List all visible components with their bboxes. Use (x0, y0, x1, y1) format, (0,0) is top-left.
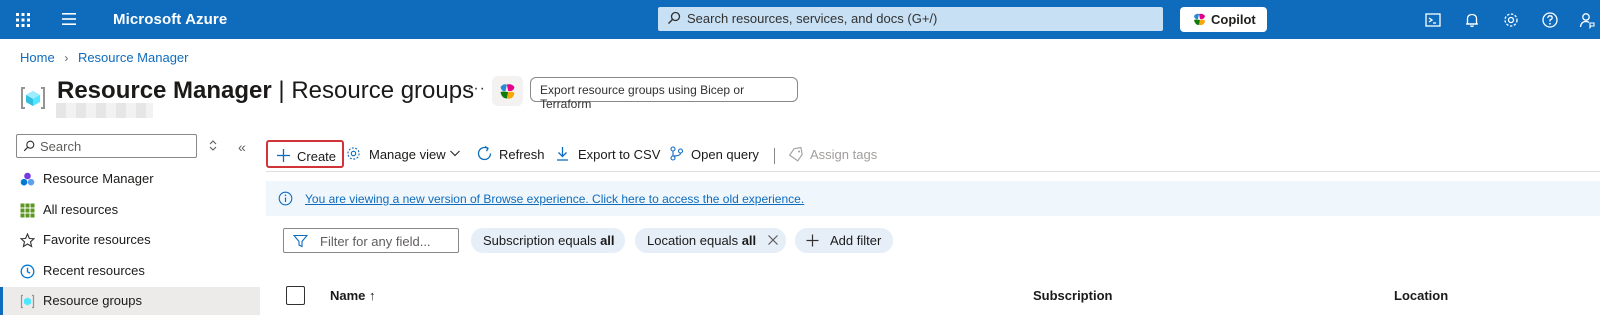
page-title: Resource Manager | Resource groups (57, 77, 474, 105)
refresh-button[interactable]: Refresh (474, 140, 545, 168)
search-icon (668, 11, 681, 24)
feedback-person-icon[interactable] (1578, 11, 1596, 29)
resource-group-icon (20, 294, 35, 309)
manage-view-label: Manage view (369, 147, 446, 162)
export-bicep-terraform-button[interactable]: Export resource groups using Bicep or Te… (530, 77, 798, 111)
breadcrumb-home[interactable]: Home (20, 50, 55, 65)
resource-manager-icon (20, 172, 35, 186)
copilot-suggestion-button[interactable] (492, 76, 523, 106)
sidebar-item-recent-resources[interactable]: Recent resources (0, 257, 260, 285)
sort-updown-icon[interactable] (208, 139, 218, 152)
notifications-bell-icon[interactable] (1463, 11, 1481, 29)
subscription-filter-value: all (600, 233, 615, 248)
breadcrumb-resource-manager[interactable]: Resource Manager (78, 50, 189, 65)
sidebar-item-favorite-resources[interactable]: Favorite resources (0, 226, 260, 254)
assign-tags-label: Assign tags (810, 147, 878, 162)
copilot-label: Copilot (1211, 12, 1256, 27)
download-icon (557, 147, 568, 161)
location-filter-value: all (741, 233, 757, 248)
command-divider (774, 148, 775, 164)
create-button[interactable]: Create (266, 140, 344, 168)
breadcrumb: Home › Resource Manager (20, 49, 189, 65)
refresh-label: Refresh (499, 147, 545, 162)
sidebar-search-input[interactable]: Search (16, 134, 197, 158)
sidebar-item-label: Resource Manager (43, 171, 154, 186)
filter-funnel-icon (293, 234, 308, 248)
clock-icon (20, 264, 35, 279)
more-options-button[interactable]: ··· (467, 80, 486, 98)
column-header-subscription[interactable]: Subscription (1033, 288, 1112, 303)
settings-gear-icon[interactable] (1502, 11, 1520, 29)
export-csv-label: Export to CSV (578, 147, 661, 162)
manage-view-button[interactable]: Manage view (346, 140, 464, 168)
sidebar-item-label: All resources (43, 202, 119, 217)
cloud-shell-icon[interactable] (1424, 11, 1442, 29)
sidebar-item-label: Recent resources (43, 263, 145, 278)
collapse-sidebar-icon[interactable]: « (238, 139, 246, 155)
search-icon (23, 140, 35, 152)
page-title-separator: | (271, 77, 292, 104)
page-title-bold: Resource Manager (57, 77, 272, 104)
add-filter-button[interactable]: Add filter (795, 228, 893, 253)
page-title-rest: Resource groups (291, 77, 475, 104)
sidebar-item-label: Favorite resources (43, 232, 151, 247)
assign-tags-button[interactable]: Assign tags (786, 140, 881, 168)
info-banner: You are viewing a new version of Browse … (266, 181, 1600, 216)
sidebar-item-label: Resource groups (43, 293, 142, 308)
location-filter-prefix: Location equals (647, 233, 742, 248)
select-all-checkbox[interactable] (286, 286, 305, 305)
column-header-name[interactable]: Name ↑ (330, 288, 376, 303)
plus-icon (806, 234, 819, 247)
resource-group-icon (21, 87, 45, 109)
copilot-icon (500, 84, 515, 99)
info-icon (278, 191, 293, 206)
sidebar-item-all-resources[interactable]: All resources (0, 196, 260, 224)
location-filter-label: Location equals all (647, 233, 756, 248)
help-question-icon[interactable] (1541, 11, 1559, 29)
global-search-placeholder: Search resources, services, and docs (G+… (687, 11, 938, 26)
old-experience-link[interactable]: You are viewing a new version of Browse … (305, 192, 804, 206)
chevron-down-icon (450, 150, 460, 157)
subscription-filter-label: Subscription equals all (483, 233, 615, 248)
add-filter-label: Add filter (830, 233, 882, 248)
refresh-icon (477, 145, 492, 161)
top-bar: Microsoft Azure Search resources, servic… (0, 0, 1600, 39)
gear-icon (347, 147, 360, 160)
grid-icon (20, 203, 35, 218)
filter-placeholder: Filter for any field... (320, 234, 431, 249)
subscription-filter-pill[interactable]: Subscription equals all (471, 228, 625, 253)
query-icon (670, 146, 684, 161)
sidebar-item-resource-groups[interactable]: Resource groups (0, 287, 260, 315)
redacted-subtitle (56, 103, 153, 118)
location-filter-pill[interactable]: Location equals all (635, 228, 786, 253)
tag-icon (788, 146, 803, 162)
global-search-input[interactable]: Search resources, services, and docs (G+… (658, 7, 1163, 31)
copilot-icon (1194, 13, 1205, 26)
filter-input[interactable]: Filter for any field... (283, 228, 459, 253)
command-bar-separator (266, 171, 1600, 172)
chevron-right-icon: › (64, 50, 69, 65)
sidebar-item-resource-manager[interactable]: Resource Manager (0, 165, 260, 193)
copilot-button[interactable]: Copilot (1180, 7, 1267, 32)
menu-hamburger-icon[interactable] (61, 12, 77, 26)
open-query-button[interactable]: Open query (669, 140, 765, 168)
open-query-label: Open query (691, 147, 759, 162)
brand-title[interactable]: Microsoft Azure (113, 11, 227, 28)
grid-header: Name ↑ Subscription Location (266, 281, 1600, 321)
close-icon[interactable] (767, 234, 779, 246)
subscription-filter-prefix: Subscription equals (483, 233, 601, 248)
export-csv-button[interactable]: Export to CSV (555, 140, 661, 168)
plus-icon (277, 149, 290, 162)
app-launcher-icon[interactable] (15, 12, 31, 28)
create-label: Create (297, 149, 337, 164)
column-header-location[interactable]: Location (1394, 288, 1448, 303)
star-icon (20, 233, 35, 248)
sidebar-search-placeholder: Search (40, 139, 82, 154)
